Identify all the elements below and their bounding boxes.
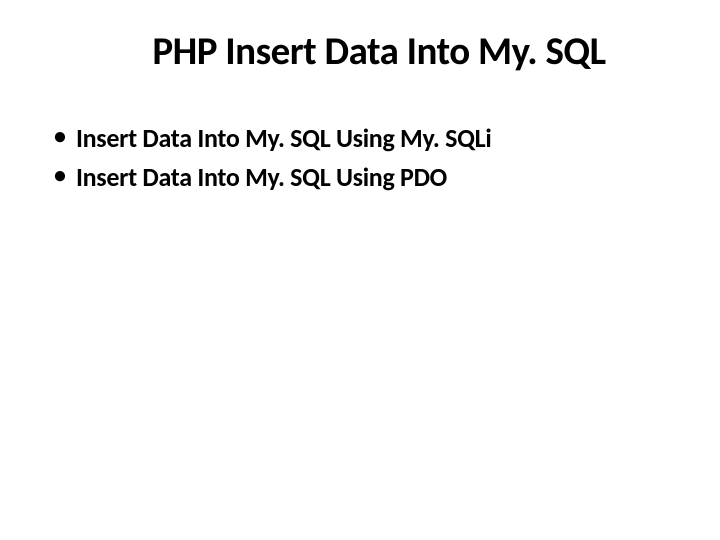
slide-container: PHP Insert Data Into My. SQL Insert Data…: [0, 0, 720, 540]
bullet-list: Insert Data Into My. SQL Using My. SQLi …: [30, 121, 690, 195]
slide-title: PHP Insert Data Into My. SQL: [30, 28, 690, 75]
list-item: Insert Data Into My. SQL Using My. SQLi: [54, 121, 690, 156]
list-item: Insert Data Into My. SQL Using PDO: [54, 160, 690, 195]
